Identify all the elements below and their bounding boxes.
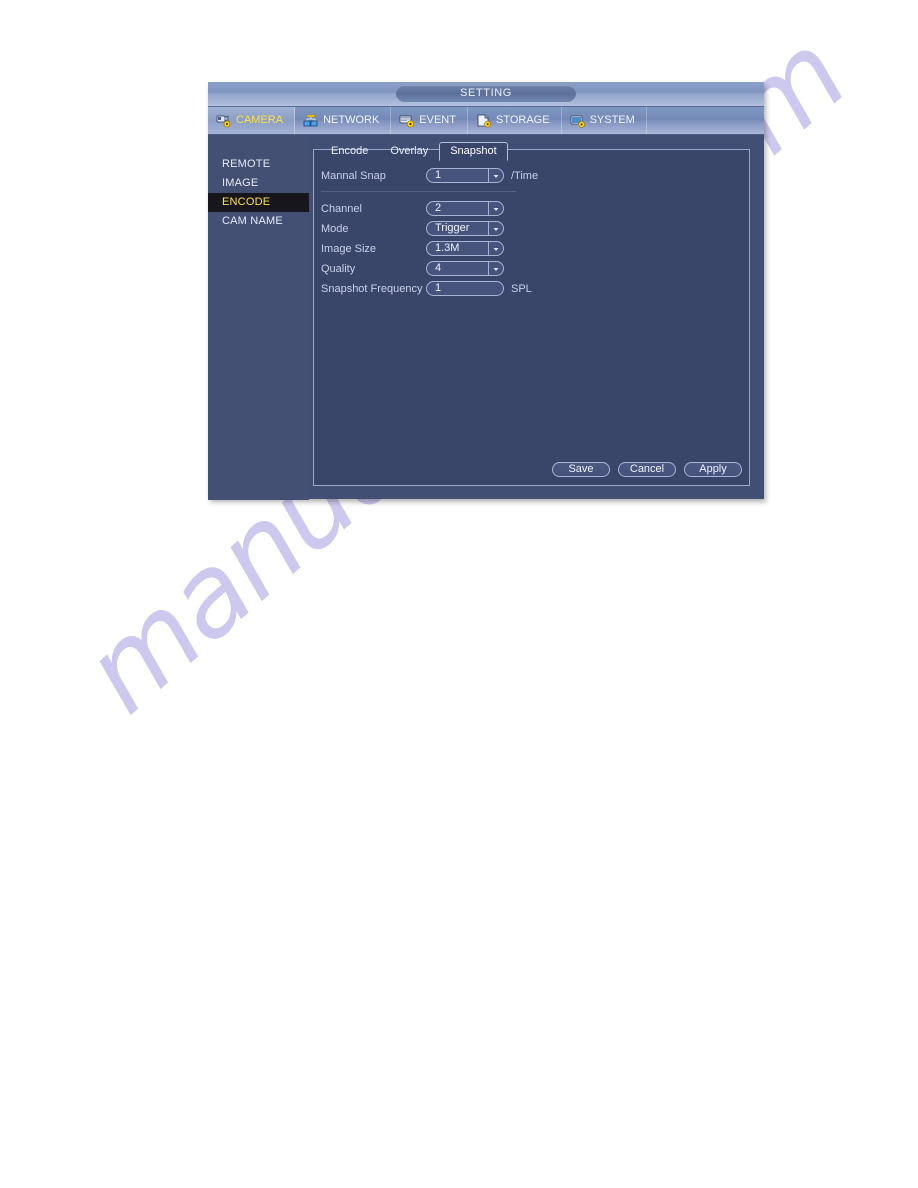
sidebar-menu: REMOTE IMAGE ENCODE CAM NAME [208,135,309,500]
nav-tab-network[interactable]: NETWORK [295,107,392,134]
manual-snap-label: Mannal Snap [321,169,386,182]
nav-bar-filler [647,107,764,134]
sub-tab-snapshot[interactable]: Snapshot [439,142,508,161]
window-title: SETTING [396,85,576,102]
form-divider [321,191,516,192]
channel-label: Channel [321,202,362,215]
quality-value: 4 [435,262,442,274]
manual-snap-dropdown[interactable]: 1 [426,168,504,183]
nav-tab-storage-label: STORAGE [495,114,550,126]
snapshot-frequency-label: Snapshot Frequency [321,282,423,295]
sidebar-item-remote[interactable]: REMOTE [208,155,309,174]
cancel-button[interactable]: Cancel [618,462,676,477]
storage-gear-icon [476,114,492,128]
manual-snap-suffix: /Time [511,169,539,182]
nav-tab-storage[interactable]: STORAGE [468,107,562,134]
apply-button[interactable]: Apply [684,462,742,477]
sub-tab-bar: Encode Overlay Snapshot [314,142,508,161]
sidebar-item-image[interactable]: IMAGE [208,174,309,193]
content-area: Encode Overlay Snapshot Mannal Snap 1 /T… [309,135,764,500]
quality-label: Quality [321,262,356,275]
snapshot-frequency-value: 1 [435,282,442,294]
image-size-label: Image Size [321,242,377,255]
camera-gear-icon [216,114,232,128]
nav-tab-network-label: NETWORK [323,114,380,126]
channel-dropdown[interactable]: 2 [426,201,504,216]
setting-window: SETTING CAMERA NETWORK EVENT STORAGE SYS… [208,82,764,500]
nav-tab-system[interactable]: SYSTEM [562,107,647,134]
image-size-value: 1.3M [435,242,460,254]
nav-tab-event[interactable]: EVENT [391,107,468,134]
sidebar-item-encode[interactable]: ENCODE [208,193,309,212]
sub-tab-overlay[interactable]: Overlay [379,142,439,161]
chevron-down-icon[interactable] [488,222,503,235]
form-row-manual-snap: Mannal Snap 1 /Time [321,166,742,185]
snapshot-frequency-input[interactable]: 1 [426,281,504,296]
network-gear-icon [303,114,319,128]
mode-dropdown[interactable]: Trigger [426,221,504,236]
snapshot-form: Mannal Snap 1 /Time Channel 2 Mode Trigg… [321,166,742,299]
form-row-snapshot-frequency: Snapshot Frequency 1 SPL [321,279,742,298]
form-row-channel: Channel 2 [321,199,742,218]
window-title-bar: SETTING [208,82,764,107]
window-body: REMOTE IMAGE ENCODE CAM NAME Encode Over… [208,135,764,500]
manual-snap-value: 1 [435,169,442,181]
form-row-quality: Quality 4 [321,259,742,278]
main-nav-bar: CAMERA NETWORK EVENT STORAGE SYSTEM [208,107,764,135]
nav-tab-system-label: SYSTEM [589,114,635,126]
chevron-down-icon[interactable] [488,242,503,255]
sidebar-item-cam-name[interactable]: CAM NAME [208,212,309,231]
chevron-down-icon[interactable] [488,202,503,215]
image-size-dropdown[interactable]: 1.3M [426,241,504,256]
sub-tab-encode[interactable]: Encode [320,142,379,161]
snapshot-frequency-suffix: SPL [511,282,532,295]
mode-label: Mode [321,222,349,235]
form-row-image-size: Image Size 1.3M [321,239,742,258]
mode-value: Trigger [435,222,470,234]
button-bar: Save Cancel Apply [552,462,742,477]
system-gear-icon [570,114,586,128]
nav-tab-camera[interactable]: CAMERA [208,107,296,134]
quality-dropdown[interactable]: 4 [426,261,504,276]
chevron-down-icon[interactable] [488,169,503,182]
chevron-down-icon[interactable] [488,262,503,275]
nav-tab-camera-label: CAMERA [236,114,284,126]
nav-tab-event-label: EVENT [419,114,456,126]
channel-value: 2 [435,202,442,214]
event-gear-icon [399,114,415,128]
content-panel: Encode Overlay Snapshot Mannal Snap 1 /T… [313,142,750,486]
save-button[interactable]: Save [552,462,610,477]
form-row-mode: Mode Trigger [321,219,742,238]
